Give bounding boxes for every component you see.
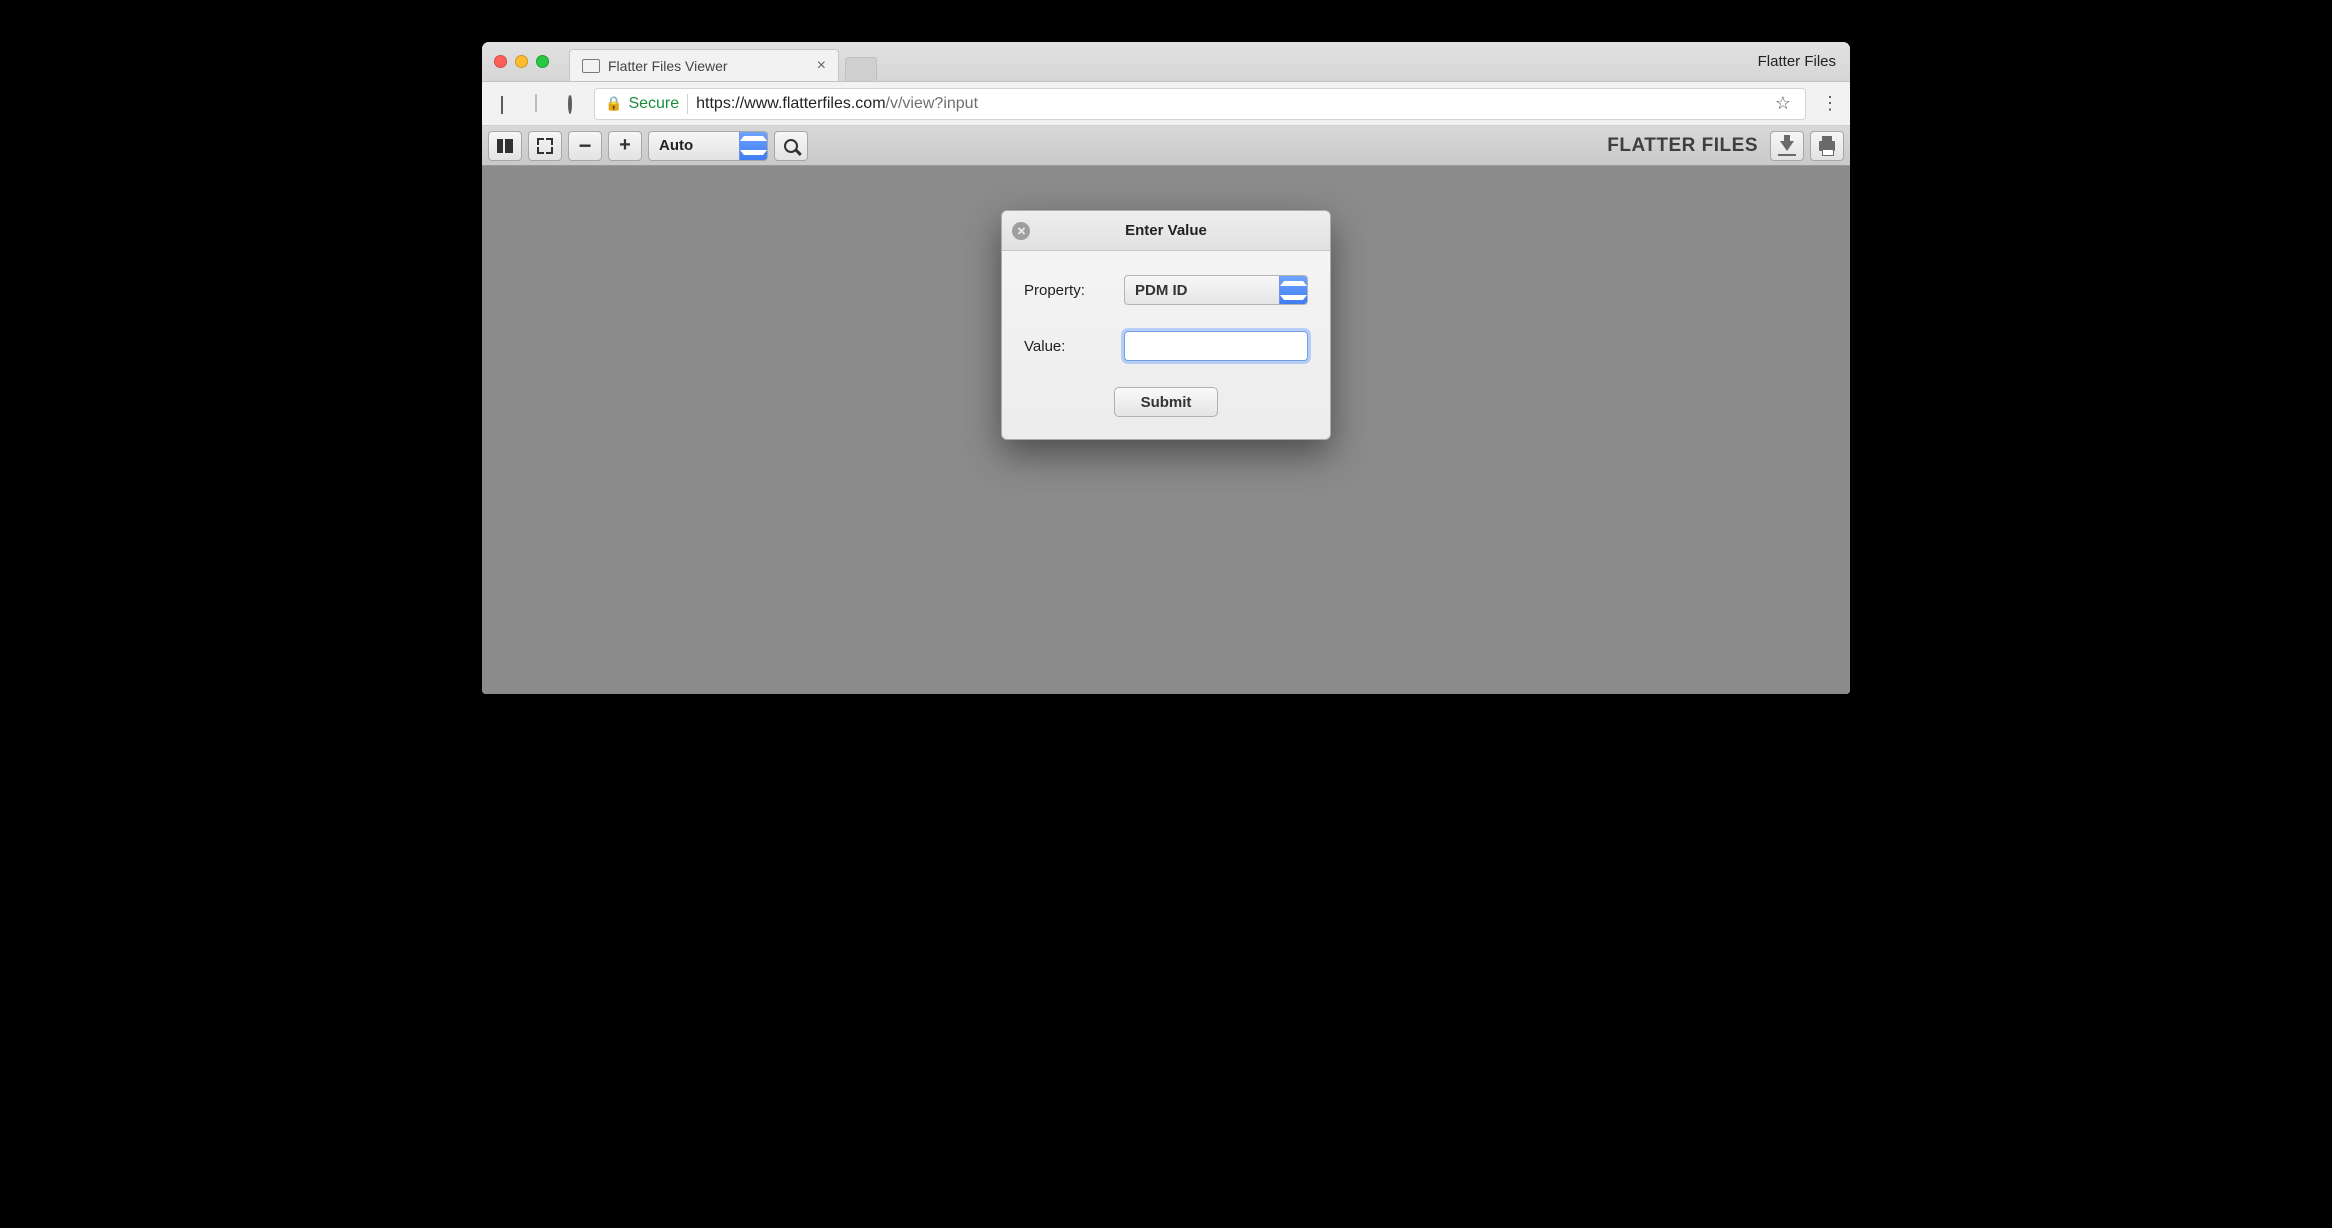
- lock-icon: 🔒: [605, 95, 622, 112]
- zoom-level-label: Auto: [649, 132, 739, 160]
- viewer-toolbar: − + Auto FLATTER FILES: [482, 126, 1850, 166]
- app-menu-title: Flatter Files: [1758, 42, 1836, 81]
- property-select[interactable]: PDM ID: [1124, 275, 1308, 305]
- property-label: Property:: [1024, 282, 1124, 299]
- zoom-level-select[interactable]: Auto: [648, 131, 768, 161]
- browser-window: Flatter Files Viewer × Flatter Files 🔒 S…: [482, 42, 1850, 694]
- app-brand-label: FLATTER FILES: [1607, 135, 1758, 157]
- zoom-stepper[interactable]: [739, 132, 767, 160]
- arrow-left-icon: [501, 96, 503, 112]
- dialog-title: Enter Value: [1125, 222, 1207, 239]
- zoom-in-button[interactable]: +: [608, 131, 642, 161]
- search-icon: [784, 139, 798, 153]
- window-titlebar: Flatter Files Viewer × Flatter Files: [482, 42, 1850, 82]
- close-window-button[interactable]: [494, 55, 507, 68]
- dialog-close-button[interactable]: [1012, 222, 1030, 240]
- chevron-down-icon: [740, 146, 767, 160]
- property-selected-value: PDM ID: [1125, 276, 1279, 304]
- viewer-canvas: Enter Value Property: PDM ID: [482, 166, 1850, 694]
- value-row: Value:: [1024, 331, 1308, 361]
- download-button[interactable]: [1770, 131, 1804, 161]
- arrow-right-icon: [535, 96, 537, 112]
- chevron-up-icon: [740, 132, 767, 146]
- property-row: Property: PDM ID: [1024, 275, 1308, 305]
- back-button[interactable]: [492, 94, 512, 114]
- dialog-body: Property: PDM ID Value:: [1002, 251, 1330, 439]
- print-icon: [1819, 141, 1835, 151]
- submit-button[interactable]: Submit: [1114, 387, 1219, 417]
- reload-button[interactable]: [560, 94, 580, 114]
- forward-button[interactable]: [526, 94, 546, 114]
- sidebar-toggle-button[interactable]: [488, 131, 522, 161]
- enter-value-dialog: Enter Value Property: PDM ID: [1001, 210, 1331, 440]
- new-tab-button[interactable]: [845, 57, 877, 81]
- fullscreen-button[interactable]: [528, 131, 562, 161]
- submit-row: Submit: [1024, 387, 1308, 417]
- value-label: Value:: [1024, 338, 1124, 355]
- separator: [687, 94, 688, 114]
- sidebar-icon: [497, 139, 513, 153]
- property-stepper[interactable]: [1279, 276, 1307, 304]
- tab-favicon-icon: [582, 59, 600, 73]
- fullscreen-window-button[interactable]: [536, 55, 549, 68]
- reload-icon: [568, 96, 572, 112]
- zoom-out-button[interactable]: −: [568, 131, 602, 161]
- value-input[interactable]: [1124, 331, 1308, 361]
- minimize-window-button[interactable]: [515, 55, 528, 68]
- chevron-up-icon: [1280, 276, 1307, 290]
- tab-title: Flatter Files Viewer: [608, 58, 803, 74]
- url-path: /v/view?input: [886, 95, 979, 113]
- bookmark-star-icon[interactable]: ☆: [1771, 93, 1795, 114]
- window-controls: [494, 55, 549, 68]
- browser-menu-button[interactable]: ⋮: [1820, 93, 1840, 114]
- tab-close-button[interactable]: ×: [817, 58, 826, 74]
- address-bar[interactable]: 🔒 Secure https://www.flatterfiles.com/v/…: [594, 88, 1806, 120]
- browser-toolbar: 🔒 Secure https://www.flatterfiles.com/v/…: [482, 82, 1850, 126]
- chevron-down-icon: [1280, 290, 1307, 304]
- print-button[interactable]: [1810, 131, 1844, 161]
- dialog-header: Enter Value: [1002, 211, 1330, 251]
- search-button[interactable]: [774, 131, 808, 161]
- secure-label: Secure: [628, 95, 679, 113]
- url-host: https://www.flatterfiles.com: [696, 95, 885, 113]
- fullscreen-icon: [537, 138, 553, 154]
- tab-strip: Flatter Files Viewer ×: [563, 42, 877, 81]
- browser-tab-active[interactable]: Flatter Files Viewer ×: [569, 49, 839, 81]
- download-icon: [1780, 141, 1794, 151]
